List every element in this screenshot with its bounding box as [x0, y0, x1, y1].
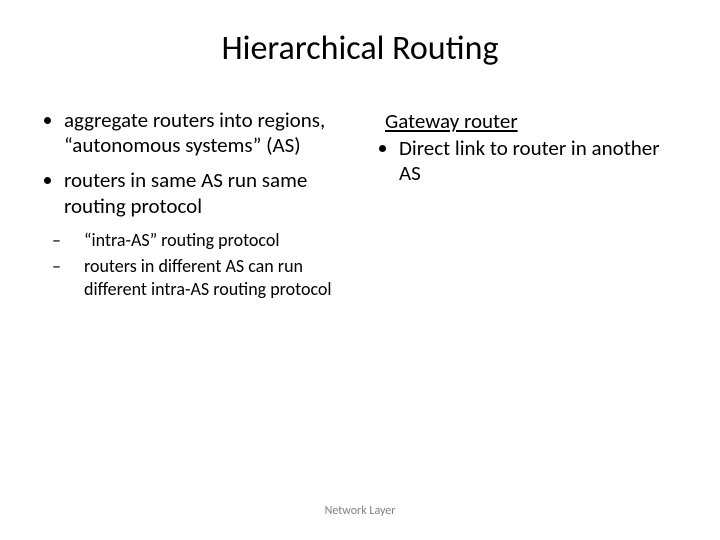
- gateway-heading: Gateway router: [385, 108, 680, 134]
- bullet-aggregate: aggregate routers into regions, “autonom…: [64, 108, 345, 158]
- sub-text: routers in different AS can run differen…: [84, 255, 332, 300]
- footer-text: Network Layer: [0, 504, 720, 518]
- bullet-direct-link: Direct link to router in another AS: [399, 136, 680, 186]
- left-bullets: aggregate routers into regions, “autonom…: [40, 108, 345, 219]
- left-sub-bullets: – “intra-AS” routing protocol – routers …: [40, 229, 345, 301]
- body-area: aggregate routers into regions, “autonom…: [40, 108, 680, 304]
- right-bullets: Direct link to router in another AS: [375, 136, 680, 186]
- bullet-same-as: routers in same AS run same routing prot…: [64, 168, 345, 218]
- sub-text: “intra-AS” routing protocol: [84, 229, 280, 251]
- sub-different-as: – routers in different AS can run differ…: [68, 255, 345, 300]
- slide-title: Hierarchical Routing: [0, 28, 720, 69]
- left-column: aggregate routers into regions, “autonom…: [40, 108, 345, 304]
- slide: Hierarchical Routing aggregate routers i…: [0, 0, 720, 540]
- right-column: Gateway router Direct link to router in …: [375, 108, 680, 304]
- sub-intra-as: – “intra-AS” routing protocol: [68, 229, 345, 252]
